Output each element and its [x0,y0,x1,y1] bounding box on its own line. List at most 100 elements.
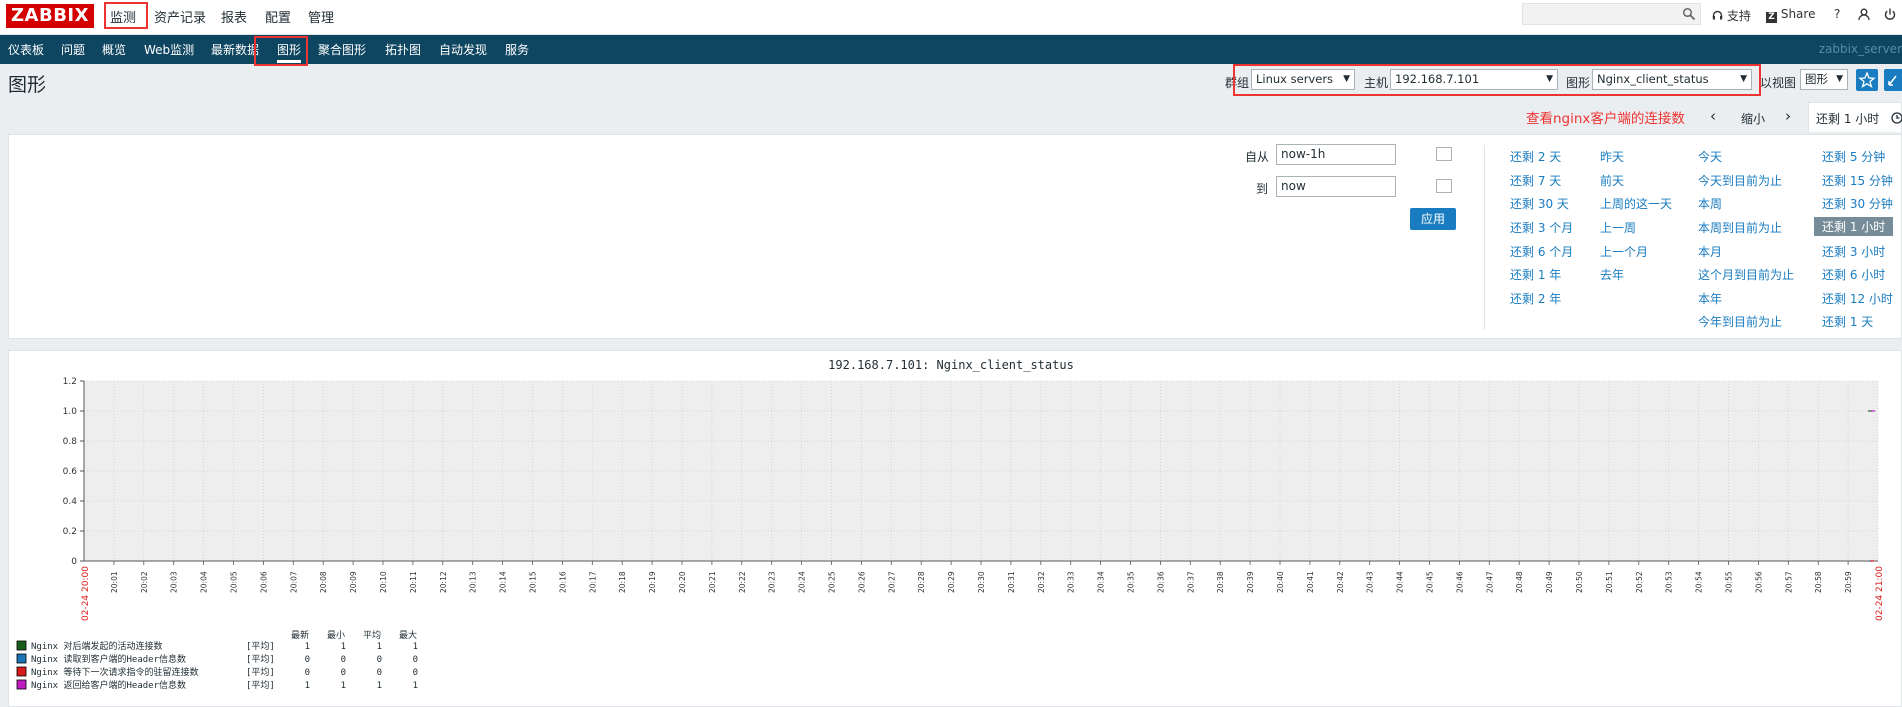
nav-screens[interactable]: 聚合图形 [318,41,366,58]
quick-range-link[interactable]: 还剩 15 分钟 [1822,172,1893,189]
fullscreen-button[interactable] [1884,69,1902,91]
x-tick-label: 20:41 [1306,571,1315,593]
calendar-icon[interactable] [1436,179,1452,193]
nav-web-monitoring[interactable]: Web监测 [144,41,194,58]
quick-range-link[interactable]: 还剩 2 年 [1510,290,1561,307]
x-tick-label: 20:55 [1725,571,1734,593]
quick-range-link[interactable]: 本周到目前为止 [1698,219,1782,236]
search-icon[interactable] [1682,7,1696,21]
share-label: Share [1780,7,1816,21]
quick-range-link[interactable]: 还剩 12 小时 [1822,290,1893,307]
quick-range-link-selected[interactable]: 还剩 1 小时 [1814,217,1894,236]
x-tick-label: 20:36 [1156,571,1165,593]
y-tick-label: 1.0 [63,407,78,417]
nav-services[interactable]: 服务 [505,41,529,58]
to-label: 到 [1256,182,1269,196]
time-range-tab[interactable]: 还剩 1 小时 [1808,102,1902,132]
calendar-icon[interactable] [1436,147,1452,161]
quick-range-link[interactable]: 还剩 1 年 [1510,266,1561,283]
filter-divider [1484,145,1485,330]
to-input[interactable]: now [1276,176,1396,197]
x-tick-label: 20:23 [768,571,777,593]
x-tick-label: 20:03 [170,571,179,593]
quick-range-link[interactable]: 今年到目前为止 [1698,313,1782,330]
quick-range-link[interactable]: 今天到目前为止 [1698,172,1782,189]
quick-range-link[interactable]: 还剩 30 分钟 [1822,195,1893,212]
quick-range-link[interactable]: 上一周 [1600,219,1636,236]
highlight-box-monitoring [104,2,148,29]
nav-discovery[interactable]: 自动发现 [439,41,487,58]
quick-range-link[interactable]: 本年 [1698,290,1722,307]
legend-swatch [16,640,27,651]
time-back-button[interactable]: ‹ [1710,107,1716,125]
legend-series-name: Nginx 等待下一次请求指令的驻留连接数 [31,666,199,678]
quick-range-link[interactable]: 去年 [1600,266,1624,283]
nav-overview[interactable]: 概览 [102,41,126,58]
x-tick-label: 20:46 [1455,571,1464,593]
help-link[interactable]: ? [1834,7,1840,21]
view-select[interactable]: 图形 ▼ [1800,69,1848,90]
menu-reports[interactable]: 报表 [221,7,247,26]
quick-range-link[interactable]: 还剩 6 个月 [1510,243,1573,260]
time-forward-button[interactable]: › [1785,107,1791,125]
quick-range-link[interactable]: 还剩 30 天 [1510,195,1569,212]
quick-range-link[interactable]: 本月 [1698,243,1722,260]
user-profile-icon[interactable] [1858,8,1870,21]
quick-range-link[interactable]: 还剩 6 小时 [1822,266,1885,283]
x-tick-label: 20:24 [798,571,807,593]
x-tick-label: 20:39 [1246,571,1255,593]
from-label: 自从 [1245,150,1270,164]
x-tick-label: 20:58 [1814,571,1823,593]
quick-range-link[interactable]: 前天 [1600,172,1624,189]
legend-series-func: [平均] [246,679,275,691]
x-tick-label: 20:48 [1515,571,1524,593]
support-link[interactable]: 支持 [1712,7,1751,24]
x-tick-label: 20:31 [1007,571,1016,593]
x-tick-label: 20:09 [349,571,358,593]
quick-range-link[interactable]: 上一个月 [1600,243,1648,260]
quick-range-link[interactable]: 上周的这一天 [1600,195,1672,212]
x-tick-label: 20:28 [917,571,926,593]
graph-chart[interactable]: 0 0.2 0.4 0.6 0.8 1.0 1.2 20:01 20:02 20:03 20:04 2… [0,368,1902,698]
quick-range-link[interactable]: 还剩 2 天 [1510,148,1561,165]
quick-range-link[interactable]: 还剩 1 天 [1822,313,1873,330]
quick-range-link[interactable]: 还剩 3 个月 [1510,219,1573,236]
nav-latest-data[interactable]: 最新数据 [211,41,259,58]
x-tick-label: 20:20 [678,571,687,593]
add-favorite-button[interactable] [1856,69,1878,91]
page-title: 图形 [8,74,47,96]
logout-power-icon[interactable] [1884,8,1896,21]
nav-maps[interactable]: 拓扑图 [385,41,421,58]
x-tick-label: 20:37 [1186,571,1195,593]
legend-value: 1 [341,642,346,652]
apply-button[interactable]: 应用 [1410,208,1456,230]
x-tick-label: 20:38 [1216,571,1225,593]
legend-series-func: [平均] [246,640,275,652]
quick-range-link[interactable]: 昨天 [1600,148,1624,165]
quick-range-link[interactable]: 还剩 7 天 [1510,172,1561,189]
legend-value: 0 [305,668,310,678]
from-input[interactable]: now-1h [1276,144,1396,165]
x-tick-label: 20:47 [1485,571,1494,593]
quick-range-link[interactable]: 本周 [1698,195,1722,212]
search-input[interactable] [1522,3,1701,25]
x-tick-label: 20:43 [1366,571,1375,593]
dropdown-caret-icon: ▼ [1836,74,1843,84]
menu-administration[interactable]: 管理 [308,7,334,26]
quick-range-link[interactable]: 今天 [1698,148,1722,165]
zoom-out-button[interactable]: 缩小 [1741,110,1765,127]
server-name: zabbix_server [1818,42,1902,56]
quick-range-link[interactable]: 还剩 5 分钟 [1822,148,1885,165]
nav-problems[interactable]: 问题 [61,41,85,58]
legend-header: 平均 [363,629,381,641]
menu-configuration[interactable]: 配置 [265,7,291,26]
quick-range-link[interactable]: 还剩 3 小时 [1822,243,1885,260]
menu-inventory[interactable]: 资产记录 [154,7,206,26]
zabbix-logo[interactable]: ZABBIX [6,4,94,28]
y-tick-label: 0 [71,557,77,567]
nav-dashboard[interactable]: 仪表板 [8,41,44,58]
chevron-left-icon: ‹ [1710,107,1716,125]
share-link[interactable]: Z Share [1766,7,1815,23]
quick-range-link[interactable]: 这个月到目前为止 [1698,266,1794,283]
x-tick-label: 20:15 [529,571,538,593]
